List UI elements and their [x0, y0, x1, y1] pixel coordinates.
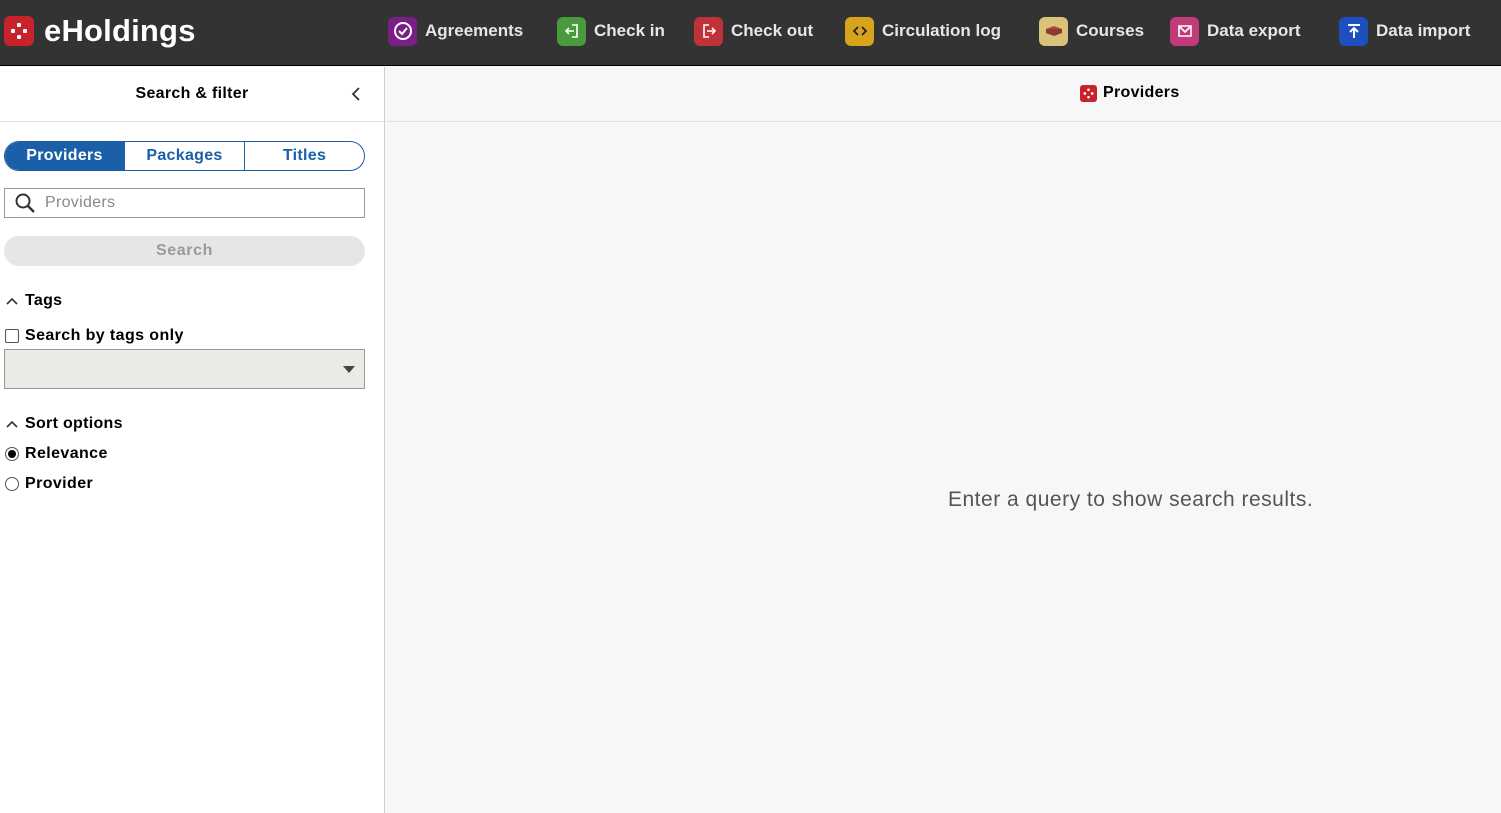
caret-down-icon	[343, 366, 355, 373]
search-button[interactable]: Search	[4, 236, 365, 266]
collapse-pane-button[interactable]	[345, 83, 367, 105]
nav-data-export-label: Data export	[1207, 21, 1301, 40]
sort-option-provider[interactable]: Provider	[5, 475, 93, 493]
nav-agreements[interactable]: Agreements	[388, 16, 523, 46]
circulation-log-icon	[845, 16, 874, 46]
relevance-label: Relevance	[25, 445, 108, 462]
results-title: Providers	[1103, 84, 1180, 101]
search-filter-pane: Search & filter Providers Packages Title…	[0, 67, 385, 813]
nav-check-in[interactable]: Check in	[557, 16, 665, 46]
search-icon	[5, 189, 45, 217]
search-by-tags-checkbox-row[interactable]: Search by tags only	[5, 327, 184, 345]
tags-heading: Tags	[25, 292, 63, 309]
sort-option-relevance[interactable]: Relevance	[5, 445, 108, 463]
nav-circulation-log-label: Circulation log	[882, 21, 1001, 40]
chevron-up-icon	[5, 417, 19, 431]
app-brand[interactable]: eHoldings	[4, 13, 196, 48]
tags-accordion-header[interactable]: Tags	[5, 292, 62, 310]
nav-courses-label: Courses	[1076, 21, 1145, 40]
nav-data-export[interactable]: Data export	[1170, 16, 1301, 46]
nav-courses[interactable]: Courses	[1039, 16, 1144, 46]
check-in-icon	[557, 16, 586, 46]
nav-check-in-label: Check in	[594, 21, 665, 40]
provider-radio[interactable]	[5, 477, 19, 491]
nav-circulation-log[interactable]: Circulation log	[845, 16, 1001, 46]
nav-agreements-label: Agreements	[425, 21, 524, 40]
provider-label: Provider	[25, 475, 94, 492]
results-pane-header: Providers	[386, 67, 1501, 122]
chevron-left-icon	[351, 87, 360, 101]
chevron-up-icon	[5, 294, 19, 308]
search-field	[4, 188, 365, 218]
tab-titles[interactable]: Titles	[245, 142, 364, 170]
check-out-icon	[694, 16, 723, 46]
results-pane: Providers Enter a query to show search r…	[386, 67, 1501, 813]
empty-results-message: Enter a query to show search results.	[948, 488, 1314, 511]
search-type-segmented-control: Providers Packages Titles	[4, 141, 365, 171]
relevance-radio[interactable]	[5, 447, 19, 461]
tab-providers[interactable]: Providers	[5, 142, 125, 170]
top-navigation-bar: eHoldings Agreements Check in Check out …	[0, 0, 1501, 66]
nav-data-import-label: Data import	[1376, 21, 1471, 40]
search-by-tags-label: Search by tags only	[25, 327, 184, 344]
search-by-tags-checkbox[interactable]	[5, 329, 19, 343]
nav-data-import[interactable]: Data import	[1339, 16, 1470, 46]
data-import-icon	[1339, 16, 1368, 46]
tags-select[interactable]	[4, 349, 365, 389]
results-title-group: Providers	[1080, 84, 1180, 102]
courses-icon	[1039, 16, 1068, 46]
app-title: eHoldings	[44, 13, 196, 48]
tab-packages[interactable]: Packages	[125, 142, 245, 170]
nav-check-out[interactable]: Check out	[694, 16, 813, 46]
sort-options-heading: Sort options	[25, 415, 123, 432]
search-input[interactable]	[45, 190, 364, 216]
filter-pane-header: Search & filter	[0, 67, 384, 122]
sort-options-accordion-header[interactable]: Sort options	[5, 415, 123, 433]
eholdings-app-icon	[1080, 84, 1097, 102]
agreements-icon	[388, 16, 417, 46]
nav-check-out-label: Check out	[731, 21, 814, 40]
filter-pane-title: Search & filter	[135, 85, 249, 102]
data-export-icon	[1170, 16, 1199, 46]
eholdings-logo-icon	[4, 16, 34, 46]
